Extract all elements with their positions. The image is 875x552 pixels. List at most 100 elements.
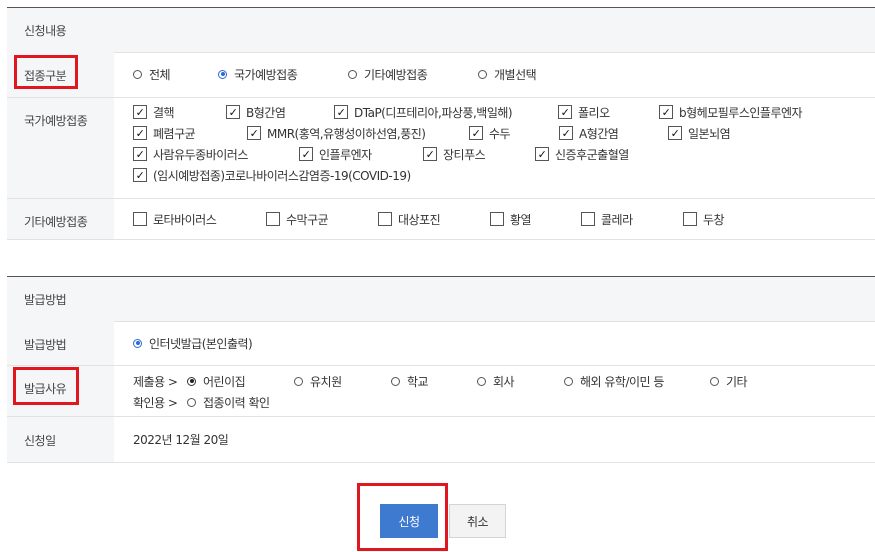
other-checkbox-5[interactable]: 두창	[683, 211, 725, 227]
other-checkbox-2[interactable]: 대상포진	[378, 211, 441, 227]
section-title: 신청내용	[24, 24, 67, 38]
checkbox-checked-icon[interactable]: ✓	[659, 105, 673, 119]
checkbox-checked-icon[interactable]: ✓	[133, 105, 147, 119]
checkbox-checked-icon[interactable]: ✓	[133, 126, 147, 140]
radio-label: 어린이집	[203, 374, 246, 389]
radio-selected-icon[interactable]	[133, 338, 142, 348]
checkbox-icon[interactable]	[581, 212, 595, 226]
checkbox-checked-icon[interactable]: ✓	[133, 168, 147, 182]
radio-category-all[interactable]: 전체	[133, 66, 171, 82]
other-label-cell: 기타예방접종	[7, 199, 114, 239]
radio-submit-option-4[interactable]: 해외 유학/이민 등	[564, 373, 664, 389]
checkbox-label: 결핵	[153, 105, 175, 120]
radio-icon[interactable]	[133, 69, 142, 79]
section-title: 발급방법	[24, 293, 67, 307]
checkbox-checked-icon[interactable]: ✓	[226, 105, 240, 119]
radio-label: 회사	[493, 374, 515, 389]
radio-selected-icon[interactable]	[187, 376, 196, 386]
radio-label: 전체	[149, 67, 171, 82]
radio-icon[interactable]	[710, 376, 719, 386]
checkbox-checked-icon[interactable]: ✓	[668, 126, 682, 140]
radio-label: 유치원	[310, 374, 342, 389]
national-checkbox-14[interactable]: ✓ (임시예방접종)코로나바이러스감염증-19(COVID-19)	[133, 167, 411, 183]
submit-prefix: 제출용 >	[133, 374, 178, 389]
radio-label: 인터넷발급(본인출력)	[149, 336, 253, 351]
checkbox-label: 로타바이러스	[153, 212, 217, 227]
radio-category-national[interactable]: 국가예방접종	[218, 66, 298, 82]
checkbox-checked-icon[interactable]: ✓	[558, 105, 572, 119]
radio-submit-option-2[interactable]: 학교	[391, 373, 429, 389]
other-checkbox-3[interactable]: 황열	[490, 211, 532, 227]
radio-method-internet[interactable]: 인터넷발급(본인출력)	[133, 335, 253, 351]
checkbox-icon[interactable]	[378, 212, 392, 226]
section-header: 신청내용	[7, 7, 875, 53]
national-checkbox-2[interactable]: ✓ DTaP(디프테리아,파상풍,백일해)	[334, 104, 513, 120]
radio-icon[interactable]	[348, 69, 357, 79]
radio-label: 학교	[407, 374, 429, 389]
radio-submit-option-5[interactable]: 기타	[710, 373, 748, 389]
national-checkbox-11[interactable]: ✓ 인플루엔자	[299, 146, 372, 162]
national-checkbox-10[interactable]: ✓ 사람유두종바이러스	[133, 146, 248, 162]
confirm-prefix: 확인용 >	[133, 395, 178, 410]
national-checkbox-9[interactable]: ✓ 일본뇌염	[668, 125, 731, 141]
radio-submit-option-3[interactable]: 회사	[477, 373, 515, 389]
national-checkbox-3[interactable]: ✓ 폴리오	[558, 104, 610, 120]
checkbox-label: 장티푸스	[443, 147, 486, 162]
national-checkbox-12[interactable]: ✓ 장티푸스	[423, 146, 486, 162]
radio-icon[interactable]	[187, 397, 196, 407]
national-checkbox-6[interactable]: ✓ MMR(홍역,유행성이하선염,풍진)	[247, 125, 426, 141]
checkbox-checked-icon[interactable]: ✓	[133, 147, 147, 161]
radio-icon[interactable]	[477, 376, 486, 386]
checkbox-label: 폴리오	[578, 105, 610, 120]
radio-label: 국가예방접종	[234, 67, 298, 82]
checkbox-checked-icon[interactable]: ✓	[334, 105, 348, 119]
checkbox-icon[interactable]	[266, 212, 280, 226]
national-checkbox-4[interactable]: ✓ b형헤모필루스인플루엔자	[659, 104, 803, 120]
date-label: 신청일	[24, 434, 56, 448]
national-checkbox-13[interactable]: ✓ 신증후군출혈열	[535, 146, 629, 162]
highlight-apply-button	[357, 483, 448, 551]
checkbox-checked-icon[interactable]: ✓	[559, 126, 573, 140]
other-checkbox-1[interactable]: 수막구균	[266, 211, 329, 227]
other-label: 기타예방접종	[24, 215, 88, 229]
radio-label: 기타예방접종	[364, 67, 428, 82]
radio-confirm-history[interactable]: 접종이력 확인	[187, 394, 270, 410]
highlight-reason-label	[13, 367, 79, 405]
date-row: 신청일 2022년 12월 20일	[7, 417, 875, 463]
national-checkbox-8[interactable]: ✓ A형간염	[559, 125, 619, 141]
radio-category-individual[interactable]: 개별선택	[478, 66, 537, 82]
radio-icon[interactable]	[391, 376, 400, 386]
cancel-button[interactable]: 취소	[449, 504, 506, 538]
checkbox-label: 황열	[510, 212, 532, 227]
checkbox-checked-icon[interactable]: ✓	[469, 126, 483, 140]
reason-row: 발급사유 제출용 > 어린이집 유치원 학교 회사 해외 유학/이민 등 기타 확인용 >…	[7, 366, 875, 417]
national-checkbox-0[interactable]: ✓ 결핵	[133, 104, 175, 120]
radio-icon[interactable]	[294, 376, 303, 386]
national-checkbox-7[interactable]: ✓ 수두	[469, 125, 511, 141]
application-date: 2022년 12월 20일	[133, 432, 229, 447]
checkbox-label: B형간염	[246, 105, 286, 120]
other-checkbox-4[interactable]: 콜레라	[581, 211, 633, 227]
radio-selected-icon[interactable]	[218, 69, 227, 79]
checkbox-checked-icon[interactable]: ✓	[247, 126, 261, 140]
checkbox-icon[interactable]	[683, 212, 697, 226]
checkbox-label: 신증후군출혈열	[555, 147, 629, 162]
date-label-cell: 신청일	[7, 417, 114, 462]
checkbox-checked-icon[interactable]: ✓	[423, 147, 437, 161]
radio-icon[interactable]	[564, 376, 573, 386]
other-checkbox-0[interactable]: 로타바이러스	[133, 211, 217, 227]
checkbox-icon[interactable]	[490, 212, 504, 226]
checkbox-icon[interactable]	[133, 212, 147, 226]
checkbox-checked-icon[interactable]: ✓	[535, 147, 549, 161]
radio-icon[interactable]	[478, 69, 487, 79]
method-row: 발급방법 인터넷발급(본인출력)	[7, 321, 875, 366]
checkbox-label: DTaP(디프테리아,파상풍,백일해)	[354, 105, 513, 120]
national-checkbox-5[interactable]: ✓ 폐렴구균	[133, 125, 196, 141]
radio-submit-option-1[interactable]: 유치원	[294, 373, 342, 389]
radio-label: 해외 유학/이민 등	[580, 374, 664, 389]
radio-submit-option-0[interactable]: 어린이집	[187, 373, 246, 389]
national-checkbox-1[interactable]: ✓ B형간염	[226, 104, 286, 120]
checkbox-checked-icon[interactable]: ✓	[299, 147, 313, 161]
method-label-cell: 발급방법	[7, 321, 114, 365]
radio-category-other[interactable]: 기타예방접종	[348, 66, 428, 82]
